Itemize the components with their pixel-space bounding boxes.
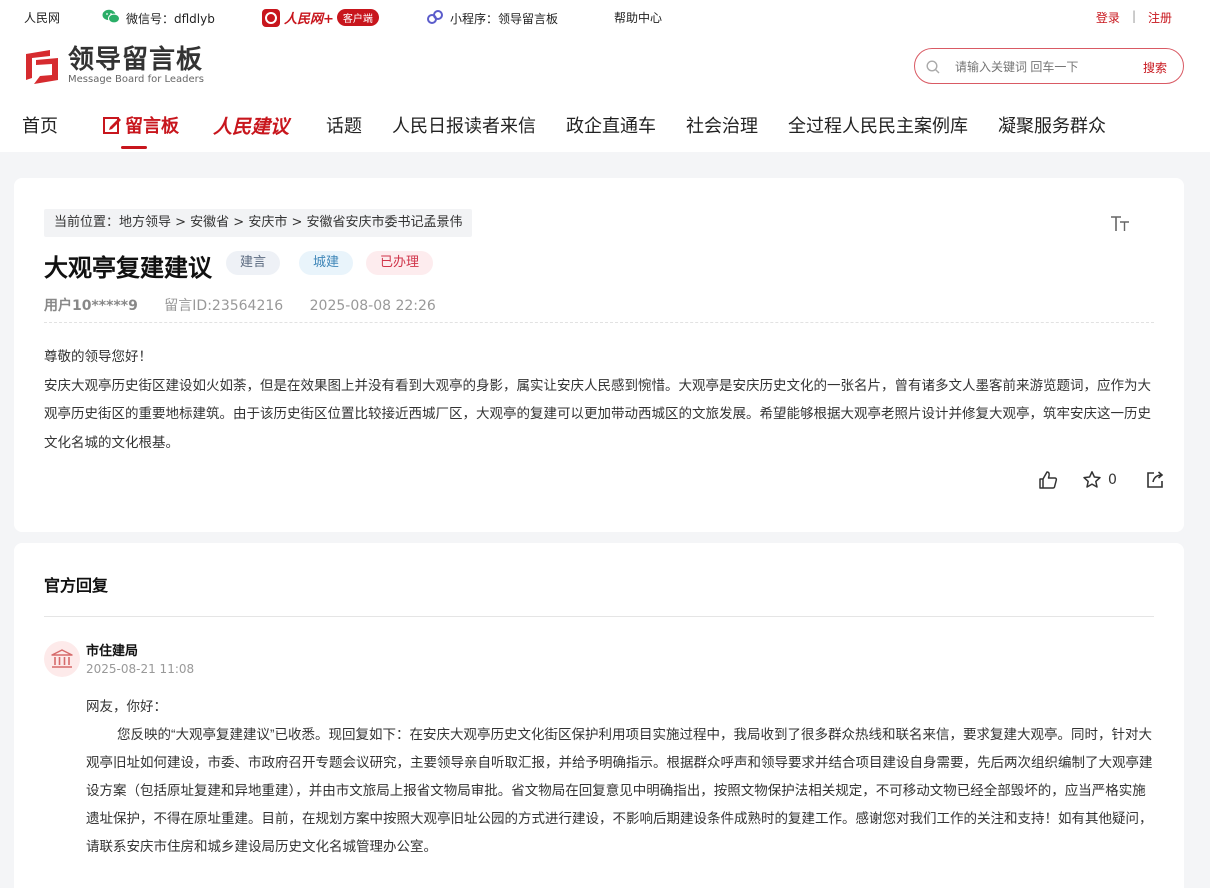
- font-size-icon: [1110, 215, 1130, 233]
- nav-business-express[interactable]: 政企直通车: [566, 112, 656, 138]
- help-center-link[interactable]: 帮助中心: [614, 9, 662, 26]
- reply-body: 您反映的“大观亭复建建议”已收悉。现回复如下：在安庆大观亭历史文化街区保护利用项…: [86, 727, 1153, 854]
- share-icon: [1145, 470, 1165, 490]
- miniprogram-icon: [426, 9, 444, 28]
- post-actions: 0: [1038, 470, 1165, 490]
- reply-content: 网友，你好： 您反映的“大观亭复建建议”已收悉。现回复如下：在安庆大观亭历史文化…: [86, 693, 1156, 861]
- share-button[interactable]: [1145, 470, 1165, 490]
- divider: [44, 322, 1154, 323]
- brand-mark-icon: [22, 46, 62, 86]
- post-author: 用户10*****9: [44, 298, 138, 314]
- brand-subtitle: Message Board for Leaders: [68, 74, 205, 85]
- help-center-label: 帮助中心: [614, 11, 663, 25]
- official-reply-heading: 官方回复: [44, 576, 109, 595]
- brand-name: 领导留言板: [68, 45, 204, 75]
- message-card: 当前位置：地方领导 > 安徽省 > 安庆市 > 安徽省安庆市委书记孟景伟 大观亭…: [14, 178, 1184, 532]
- app-logo-icon: [262, 8, 280, 27]
- wechat-icon: [102, 9, 120, 27]
- nav-home[interactable]: 首页: [22, 112, 58, 138]
- wechat-label: 微信号：dfldlyb: [126, 11, 215, 26]
- app-client-link[interactable]: 人民网+ 客户端: [262, 8, 379, 27]
- like-icon: [1038, 470, 1058, 490]
- star-icon: [1082, 470, 1102, 490]
- app-logo-text: 人民网+: [284, 12, 334, 27]
- divider: [44, 616, 1154, 617]
- nav-board-label: 留言板: [125, 116, 179, 137]
- tag-field[interactable]: 城建: [299, 251, 354, 275]
- post-time: 2025-08-08 22:26: [309, 298, 436, 314]
- message-id: 留言ID:23564216: [164, 298, 284, 314]
- post-content: 尊敬的领导您好！ 安庆大观亭历史街区建设如火如荼，但是在效果图上并没有看到大观亭…: [44, 343, 1156, 457]
- search-input[interactable]: [955, 57, 1125, 77]
- brand-logo[interactable]: 领导留言板 Message Board for Leaders: [22, 46, 204, 86]
- avatar: [44, 641, 80, 677]
- app-client-badge: 客户端: [336, 9, 379, 26]
- auth-links: 登录 | 注册: [1096, 9, 1172, 26]
- post-body: 安庆大观亭历史街区建设如火如荼，但是在效果图上并没有看到大观亭的身影，属实让安庆…: [44, 377, 1151, 450]
- page-title: 大观亭复建建议: [44, 254, 212, 282]
- search-button[interactable]: 搜索: [1143, 59, 1167, 76]
- official-reply-card: 官方回复 市住建局 2025-08-21 11:08 网友，你好： 您反映的“大…: [14, 543, 1184, 888]
- reply-department: 市住建局: [86, 644, 139, 659]
- post-greeting: 尊敬的领导您好！: [44, 349, 152, 364]
- wechat-item[interactable]: 微信号：dfldlyb: [102, 9, 215, 27]
- search-icon: [926, 59, 940, 78]
- site-link-label: 人民网: [24, 11, 61, 25]
- nav-board[interactable]: 留言板: [102, 112, 179, 138]
- top-bar: 人民网 微信号：dfldlyb 人民网+ 客户端 小程序：领导留言板 帮助中心 …: [0, 0, 1210, 34]
- nav-reader-letters[interactable]: 人民日报读者来信: [392, 112, 536, 138]
- tag-category[interactable]: 建言: [226, 251, 281, 275]
- search-box: 搜索: [914, 48, 1184, 84]
- mini-program-label: 小程序：领导留言板: [450, 12, 559, 26]
- main-nav: 首页 留言板 人民建议 话题 人民日报读者来信 政企直通车 社会治理 全过程人民…: [0, 106, 1210, 152]
- post-meta: 用户10*****9 留言ID:23564216 2025-08-08 22:2…: [44, 295, 458, 315]
- font-size-toggle[interactable]: [1110, 215, 1130, 238]
- nav-democracy-cases[interactable]: 全过程人民民主案例库: [788, 112, 968, 138]
- reply-greeting: 网友，你好：: [86, 699, 167, 714]
- nav-active-indicator: [121, 146, 147, 149]
- login-link[interactable]: 登录: [1096, 9, 1120, 26]
- like-button[interactable]: [1038, 470, 1058, 490]
- nav-people-suggest[interactable]: 人民建议: [213, 112, 289, 139]
- status-badge: 已办理: [366, 251, 434, 275]
- nav-topics[interactable]: 话题: [326, 112, 362, 138]
- site-header: 领导留言板 Message Board for Leaders 搜索 首页 留言…: [0, 34, 1210, 152]
- site-link[interactable]: 人民网: [24, 9, 60, 26]
- nav-serve-masses[interactable]: 凝聚服务群众: [998, 112, 1106, 138]
- auth-separator: |: [1131, 9, 1136, 23]
- nav-social-governance[interactable]: 社会治理: [686, 112, 758, 138]
- star-count: 0: [1108, 472, 1117, 488]
- favorite-button[interactable]: 0: [1082, 470, 1117, 490]
- register-link[interactable]: 注册: [1148, 9, 1172, 26]
- edit-icon: [102, 115, 122, 135]
- breadcrumb: 当前位置：地方领导 > 安徽省 > 安庆市 > 安徽省安庆市委书记孟景伟: [44, 209, 473, 237]
- government-building-icon: [51, 648, 73, 670]
- reply-date: 2025-08-21 11:08: [86, 662, 195, 676]
- mini-program-item[interactable]: 小程序：领导留言板: [426, 9, 558, 28]
